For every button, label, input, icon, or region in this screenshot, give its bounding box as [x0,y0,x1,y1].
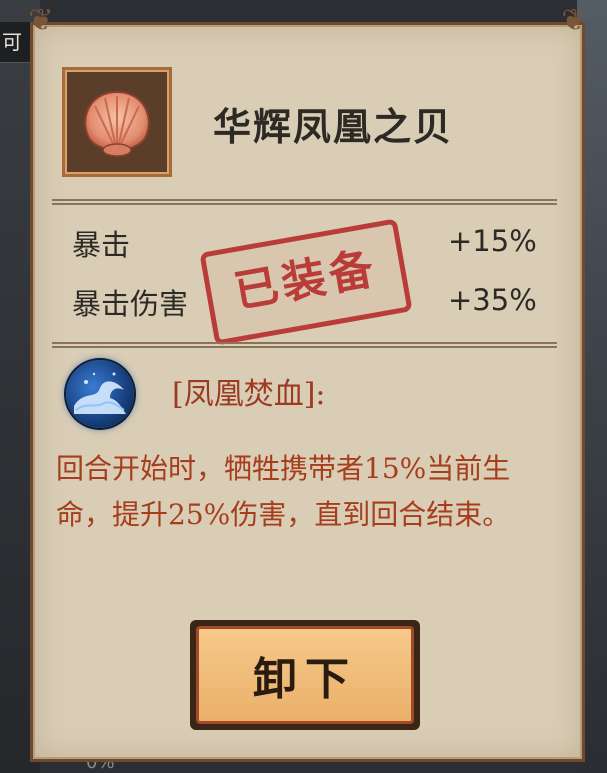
stat-value-crit-damage: +35% [448,283,537,317]
unequip-button-label: 卸下 [196,626,414,724]
stat-value-crit: +15% [448,224,537,258]
corner-ornament-icon: ❦ [28,3,54,38]
item-name: 华辉凤凰之贝 [213,104,454,149]
stat-label-crit: 暴击 [72,228,131,262]
wave-skill-icon [66,360,134,428]
divider [52,342,557,348]
stat-label-crit-damage: 暴击伤害 [72,287,189,321]
shell-icon [69,74,165,170]
corner-ornament-icon: ❦ [561,3,587,38]
unequip-button[interactable]: 卸下 [190,620,420,730]
skill-name: [凤凰焚血]: [172,377,326,412]
divider [52,199,557,205]
skill-description: 回合开始时，牺牲携带者15%当前生命，提升25%伤害，直到回合结束。 [56,452,511,531]
item-icon-frame [62,67,172,177]
